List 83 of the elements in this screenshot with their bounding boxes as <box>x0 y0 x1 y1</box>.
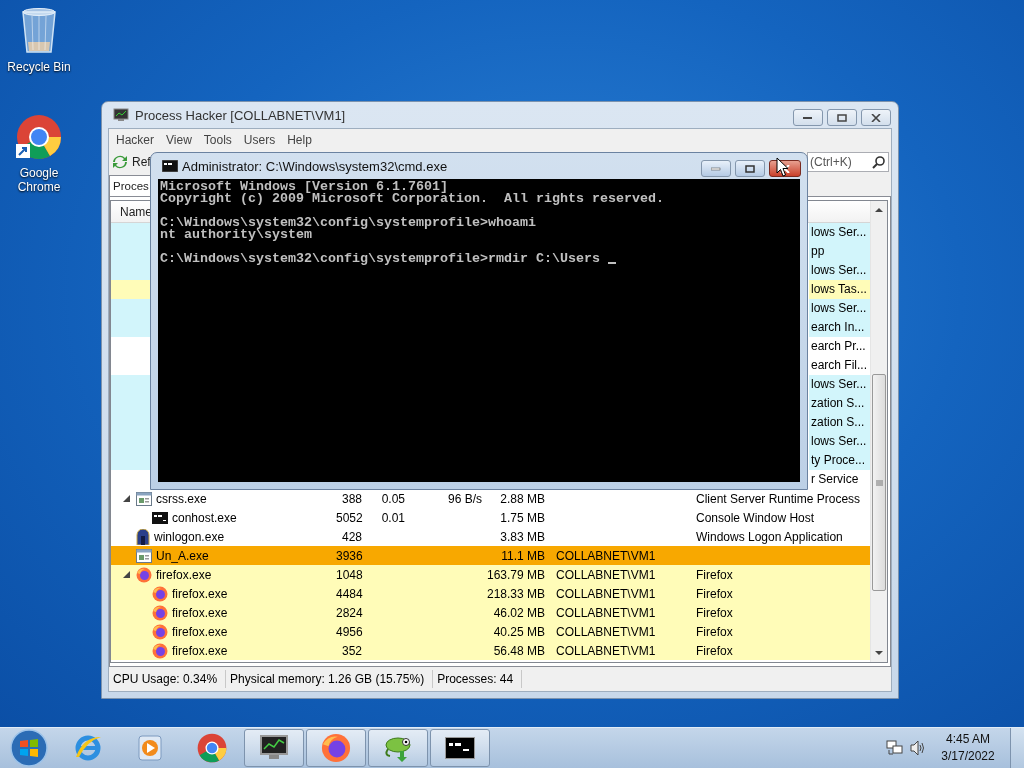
description-cell[interactable]: pp <box>809 242 870 261</box>
menu-item[interactable]: View <box>160 132 198 147</box>
console-line: Copyright (c) 2009 Microsoft Corporation. All rights reserved. <box>160 193 664 205</box>
console-line: C:\Windows\system32\config\systemprofile>rmdir C:\Users <box>160 253 601 265</box>
status-text: Processes: 44 <box>433 670 523 688</box>
description-cell: Console Window Host <box>696 510 815 525</box>
pid-cell: 4484 <box>336 586 363 601</box>
user-cell: COLLABNET\VM1 <box>556 548 656 563</box>
memory-cell: 11.1 MB <box>501 548 545 563</box>
user-cell: COLLABNET\VM1 <box>556 624 656 639</box>
memory-cell: 2.88 MB <box>500 491 545 506</box>
description-cell: Firefox <box>696 624 733 639</box>
description-cell[interactable]: zation S... <box>809 394 870 413</box>
memory-cell: 46.02 MB <box>493 605 545 620</box>
process-name: Un_A.exe <box>156 548 209 563</box>
description-cell: Client Server Runtime Process <box>696 491 861 506</box>
desktop-icon-label[interactable]: Recycle Bin <box>4 60 74 74</box>
pid-cell: 352 <box>341 643 362 658</box>
processes-tab[interactable]: Proces <box>109 175 151 196</box>
pid-cell: 388 <box>341 491 362 506</box>
window-title: Administrator: C:\Windows\system32\cmd.exe <box>182 158 448 174</box>
pid-cell: 428 <box>341 529 362 544</box>
process-row[interactable]: firefox.exe 1048 163.79 MB COLLABNET\VM1 Firefox <box>111 565 870 584</box>
process-name: firefox.exe <box>172 643 228 658</box>
user-cell: COLLABNET\VM1 <box>556 643 656 658</box>
description-cell: Windows Logon Application <box>696 529 843 544</box>
user-cell: COLLABNET\VM1 <box>556 605 656 620</box>
io-cell: 96 B/s <box>447 491 482 506</box>
process-name: csrss.exe <box>156 491 207 506</box>
clock-date: 3/17/2022 <box>941 748 995 765</box>
pid-cell: 2824 <box>336 605 363 620</box>
process-name: firefox.exe <box>172 624 228 639</box>
process-row[interactable]: firefox.exe 2824 46.02 MB COLLABNET\VM1 Firefox <box>111 603 870 622</box>
process-name: firefox.exe <box>172 605 228 620</box>
memory-cell: 3.83 MB <box>500 529 545 544</box>
description-cell[interactable]: lows Ser... <box>809 432 870 451</box>
description-cell[interactable]: earch In... <box>809 318 870 337</box>
memory-cell: 218.33 MB <box>486 586 545 601</box>
desktop-icon-label[interactable]: Google Chrome <box>4 166 74 194</box>
cpu-cell: 0.05 <box>381 491 405 506</box>
process-row[interactable]: firefox.exe 352 56.48 MB COLLABNET\VM1 Firefox <box>111 641 870 660</box>
window-title: Process Hacker [COLLABNET\VM1] <box>135 107 346 123</box>
description-cell[interactable]: lows Ser... <box>809 375 870 394</box>
pid-cell: 1048 <box>336 567 363 582</box>
memory-cell: 1.75 MB <box>500 510 545 525</box>
user-cell: COLLABNET\VM1 <box>556 586 656 601</box>
process-name: conhost.exe <box>172 510 237 525</box>
clock[interactable]: 4:45 AM 3/17/2022 <box>932 731 1004 765</box>
menu-item[interactable]: Hacker <box>110 132 160 147</box>
description-cell: Firefox <box>696 586 733 601</box>
process-row[interactable]: firefox.exe 4484 218.33 MB COLLABNET\VM1 Firefox <box>111 584 870 603</box>
console-line: Microsoft Windows [Version 6.1.7601] <box>160 181 448 193</box>
pid-cell: 5052 <box>336 510 363 525</box>
column-header[interactable]: Name <box>111 204 152 219</box>
pid-cell: 3936 <box>336 548 363 563</box>
memory-cell: 163.79 MB <box>486 567 545 582</box>
description-cell: Firefox <box>696 643 733 658</box>
process-row[interactable]: firefox.exe 4956 40.25 MB COLLABNET\VM1 Firefox <box>111 622 870 641</box>
pid-cell: 4956 <box>336 624 363 639</box>
menu-item[interactable]: Tools <box>197 132 238 147</box>
description-cell[interactable]: lows Ser... <box>809 299 870 318</box>
menu-item[interactable]: Users <box>237 132 282 147</box>
description-cell[interactable]: lows Ser... <box>809 261 870 280</box>
description-cell[interactable]: lows Ser... <box>809 223 870 242</box>
process-row[interactable]: Un_A.exe 3936 11.1 MB COLLABNET\VM1 <box>111 546 870 565</box>
process-name: firefox.exe <box>172 586 228 601</box>
console-line: nt authority\system <box>160 229 312 241</box>
description-cell[interactable]: lows Tas... <box>809 280 870 299</box>
process-name: firefox.exe <box>156 567 212 582</box>
status-text: CPU Usage: 0.34% <box>109 670 227 688</box>
process-name: winlogon.exe <box>154 529 225 544</box>
memory-cell: 40.25 MB <box>493 624 545 639</box>
description-cell: Firefox <box>696 605 733 620</box>
user-cell: COLLABNET\VM1 <box>556 567 656 582</box>
clock-time: 4:45 AM <box>946 731 990 748</box>
description-cell: Firefox <box>696 567 733 582</box>
cpu-cell: 0.01 <box>381 510 405 525</box>
description-cell[interactable]: ty Proce... <box>809 451 870 470</box>
menu-item[interactable]: Help <box>281 132 318 147</box>
status-text: Physical memory: 1.26 GB (15.75%) <box>226 670 434 688</box>
description-cell[interactable]: zation S... <box>809 413 870 432</box>
console-line: C:\Windows\system32\config\systemprofile>whoami <box>160 217 536 229</box>
memory-cell: 56.48 MB <box>493 643 545 658</box>
